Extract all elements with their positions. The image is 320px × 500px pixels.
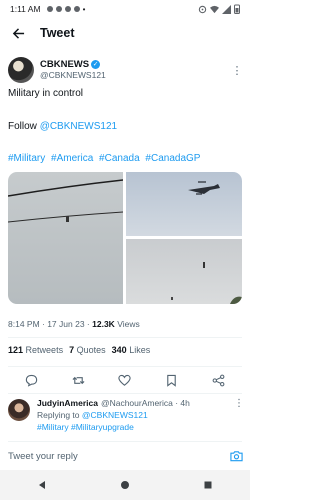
media-image-aircraft[interactable] [126, 172, 242, 236]
retweet-icon [72, 376, 85, 384]
tiktok-icon [64, 6, 71, 12]
author-handle[interactable]: @CBKNEWS121 [40, 70, 106, 81]
messenger-icon-2 [55, 6, 62, 12]
likes-count: 340 [111, 345, 127, 355]
battery-icon [234, 4, 240, 14]
heart-icon [118, 374, 132, 386]
nav-back-button[interactable] [32, 475, 52, 495]
hashtag-america[interactable]: #America [51, 153, 93, 164]
tiktok-icon-2 [73, 6, 80, 12]
reply-hashtags[interactable]: #Military #Militaryupgrade [37, 421, 242, 433]
tweet-hashtags: #Military #America #Canada #CanadaGP [8, 153, 203, 164]
reply-button[interactable] [22, 371, 40, 389]
signal-icon [222, 4, 231, 14]
replying-to-prefix: Replying to [37, 410, 80, 420]
page-title: Tweet [40, 26, 75, 40]
system-navigation-bar [0, 470, 250, 500]
divider [8, 393, 242, 394]
mention-link[interactable]: @CBKNEWS121 [40, 121, 117, 132]
reply-body: JudyinAmerica @NachourAmerica · 4h Reply… [37, 397, 242, 433]
quotes-count: 7 [69, 345, 75, 355]
back-button[interactable] [0, 20, 36, 46]
tweet-time-date: 8:14 PM · 17 Jun 23 · [8, 319, 90, 329]
likes-label: Likes [129, 345, 151, 355]
hashtag-canadagp[interactable]: #CanadaGP [145, 153, 200, 164]
nav-recents-button[interactable] [198, 475, 218, 495]
divider [8, 366, 242, 367]
quotes-label: Quotes [76, 345, 106, 355]
retweets-label: Retweets [25, 345, 64, 355]
retweet-button[interactable] [69, 371, 87, 389]
reply-author-name[interactable]: JudyinAmerica [37, 397, 98, 409]
views-count: 12.3K [92, 319, 115, 329]
system-icons [198, 4, 240, 14]
reply-composer [8, 446, 244, 466]
messenger-icon [46, 6, 53, 12]
verified-badge-icon: ✓ [91, 60, 101, 69]
reply-more-options-button[interactable]: ⋮ [234, 398, 244, 409]
retweets-count: 121 [8, 345, 24, 355]
like-button[interactable] [116, 371, 134, 389]
wifi-icon [210, 5, 219, 13]
share-button[interactable] [210, 371, 228, 389]
reply-input[interactable] [8, 450, 228, 462]
likes-stat[interactable]: 340 Likes [112, 345, 151, 355]
more-notifications-icon: • [82, 4, 86, 14]
more-options-button[interactable]: ⋮ [230, 64, 244, 77]
tweet-text: Military in control [8, 88, 84, 99]
bookmark-button[interactable] [163, 371, 181, 389]
replying-to-link[interactable]: @CBKNEWS121 [82, 410, 148, 420]
arrow-left-icon [12, 27, 24, 39]
triangle-back-icon [38, 481, 45, 489]
follow-prefix: Follow [8, 121, 37, 132]
tweet-author: CBKNEWS ✓ @CBKNEWS121 ⋮ [8, 54, 244, 86]
hashtag-canada[interactable]: #Canada [99, 153, 140, 164]
bookmark-icon [167, 374, 177, 387]
hashtag-military[interactable]: #Military [8, 153, 45, 164]
notification-icons: • [46, 4, 86, 14]
replying-to-line: Replying to @CBKNEWS121 [37, 409, 242, 421]
nav-home-button[interactable] [115, 475, 135, 495]
share-icon [212, 374, 225, 386]
media-image-sky[interactable] [126, 239, 242, 304]
comment-icon [25, 374, 38, 387]
tweet-stats: 121 Retweets 7 Quotes 340 Likes [8, 345, 150, 355]
app-header: Tweet [0, 20, 250, 46]
reply-tweet[interactable]: JudyinAmerica @NachourAmerica · 4h Reply… [8, 397, 244, 441]
author-name-row: CBKNEWS ✓ [40, 59, 106, 70]
divider [8, 337, 242, 338]
circle-home-icon [120, 481, 129, 489]
author-avatar[interactable] [8, 57, 34, 83]
reply-header: JudyinAmerica @NachourAmerica · 4h [37, 397, 242, 409]
camera-icon [229, 451, 243, 462]
hotspot-icon [198, 5, 207, 13]
media-image-wires[interactable] [8, 172, 124, 304]
reply-handle-time: @NachourAmerica · 4h [100, 398, 190, 408]
square-recents-icon [204, 481, 212, 489]
views-label: Views [117, 319, 140, 329]
sky-photo [171, 262, 242, 304]
status-time: 1:11 AM [10, 4, 41, 14]
tweet-timestamp: 8:14 PM · 17 Jun 23 · 12.3K Views [8, 319, 140, 329]
author-name[interactable]: CBKNEWS [40, 59, 89, 70]
aircraft-photo [188, 181, 220, 195]
quotes-stat[interactable]: 7 Quotes [69, 345, 106, 355]
retweets-stat[interactable]: 121 Retweets [8, 345, 63, 355]
camera-button[interactable] [228, 448, 244, 464]
power-line-photo [8, 179, 124, 223]
reply-avatar[interactable] [8, 399, 30, 421]
divider [8, 441, 242, 442]
status-bar: 1:11 AM • [0, 0, 250, 18]
tweet-media-grid [8, 172, 242, 304]
tweet-action-bar [0, 371, 250, 389]
author-names: CBKNEWS ✓ @CBKNEWS121 [40, 59, 106, 81]
tweet-follow-line: Follow @CBKNEWS121 [8, 121, 117, 132]
